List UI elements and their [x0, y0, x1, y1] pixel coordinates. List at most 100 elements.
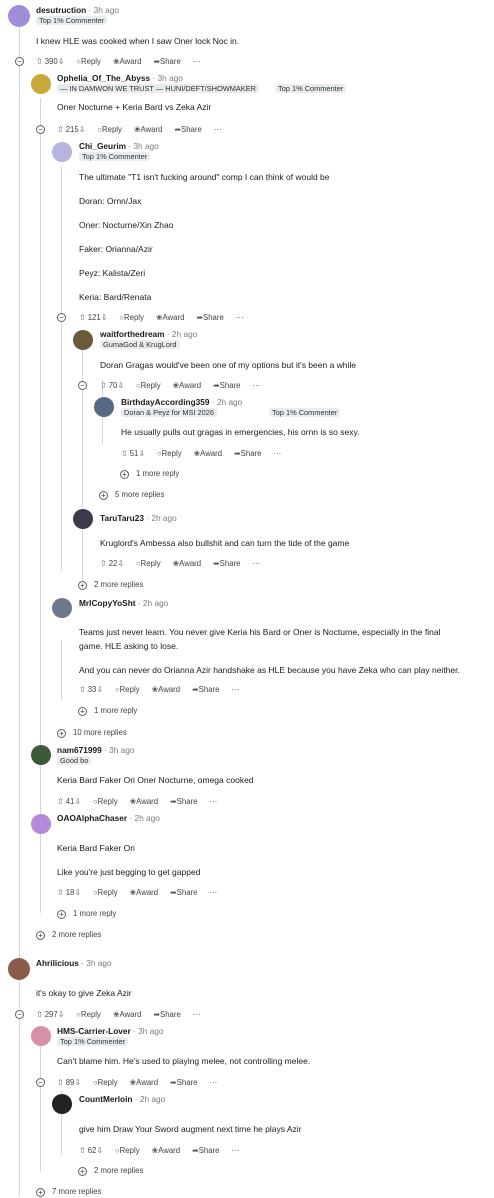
collapse-icon[interactable]: −: [36, 1078, 45, 1087]
username[interactable]: CountMerloin: [79, 1094, 132, 1104]
share-button[interactable]: ➦ Share: [213, 559, 240, 568]
share-button[interactable]: ➦ Share: [153, 57, 180, 66]
share-button[interactable]: ➦ Share: [170, 1078, 197, 1087]
reply-button[interactable]: ○ Reply: [157, 449, 182, 458]
share-button[interactable]: ➦ Share: [153, 1010, 180, 1019]
expand-icon[interactable]: +: [78, 707, 87, 716]
award-button[interactable]: ❀ Award: [173, 559, 202, 568]
more-replies-link[interactable]: 2 more replies: [94, 580, 143, 590]
expand-icon[interactable]: +: [99, 491, 108, 500]
reply-button[interactable]: ○ Reply: [76, 57, 101, 66]
more-options-button[interactable]: ···: [236, 313, 244, 322]
award-button[interactable]: ❀ Award: [113, 1010, 142, 1019]
collapse-icon[interactable]: −: [57, 313, 66, 322]
downvote-icon[interactable]: ⇩: [96, 1145, 103, 1156]
share-button[interactable]: ➦ Share: [234, 449, 261, 458]
expand-icon[interactable]: +: [120, 470, 129, 479]
reply-button[interactable]: ○ Reply: [93, 888, 118, 897]
timestamp[interactable]: 2h ago: [151, 513, 176, 523]
downvote-icon[interactable]: ⇩: [74, 796, 81, 807]
reply-button[interactable]: ○ Reply: [115, 1146, 140, 1155]
award-button[interactable]: ❀ Award: [113, 57, 142, 66]
award-button[interactable]: ❀ Award: [130, 1078, 159, 1087]
username[interactable]: Ophelia_Of_The_Abyss: [57, 73, 150, 83]
award-button[interactable]: ❀ Award: [194, 449, 223, 458]
timestamp[interactable]: 3h ago: [138, 1026, 163, 1036]
reply-button[interactable]: ○ Reply: [136, 559, 161, 568]
username[interactable]: HMS-Carrier-Lover: [57, 1026, 131, 1036]
downvote-icon[interactable]: ⇩: [138, 448, 145, 459]
expand-icon[interactable]: +: [78, 1167, 87, 1176]
share-button[interactable]: ➦ Share: [170, 797, 197, 806]
collapse-icon[interactable]: −: [15, 57, 24, 66]
username[interactable]: waitforthedream: [100, 329, 165, 339]
reply-button[interactable]: ○ Reply: [115, 685, 140, 694]
upvote-icon[interactable]: ⇧: [57, 1077, 64, 1088]
upvote-icon[interactable]: ⇧: [36, 56, 43, 67]
downvote-icon[interactable]: ⇩: [117, 380, 124, 391]
more-options-button[interactable]: ···: [193, 57, 201, 66]
more-options-button[interactable]: ···: [231, 685, 239, 694]
username[interactable]: TaruTaru23: [100, 513, 144, 523]
timestamp[interactable]: 2h ago: [140, 1094, 165, 1104]
upvote-icon[interactable]: ⇧: [57, 124, 64, 135]
username[interactable]: nam671999: [57, 745, 102, 755]
more-options-button[interactable]: ···: [193, 1010, 201, 1019]
more-replies-link[interactable]: 1 more reply: [73, 909, 116, 919]
timestamp[interactable]: 2h ago: [134, 813, 159, 823]
expand-icon[interactable]: +: [57, 910, 66, 919]
more-replies-link[interactable]: 5 more replies: [115, 490, 164, 500]
more-options-button[interactable]: ···: [252, 381, 260, 390]
downvote-icon[interactable]: ⇩: [74, 1077, 81, 1088]
reply-button[interactable]: ○ Reply: [136, 381, 161, 390]
expand-icon[interactable]: +: [36, 931, 45, 940]
more-options-button[interactable]: ···: [231, 1146, 239, 1155]
timestamp[interactable]: 3h ago: [86, 958, 111, 968]
avatar[interactable]: [94, 397, 114, 417]
timestamp[interactable]: 2h ago: [217, 397, 242, 407]
reply-button[interactable]: ○ Reply: [93, 1078, 118, 1087]
avatar[interactable]: [52, 142, 72, 162]
award-button[interactable]: ❀ Award: [156, 313, 185, 322]
reply-button[interactable]: ○ Reply: [119, 313, 144, 322]
award-button[interactable]: ❀ Award: [134, 125, 163, 134]
username[interactable]: BirthdayAccording359: [121, 397, 210, 407]
avatar[interactable]: [31, 74, 51, 94]
avatar[interactable]: [31, 814, 51, 834]
username[interactable]: desutruction: [36, 5, 86, 15]
reply-button[interactable]: ○ Reply: [93, 797, 118, 806]
upvote-icon[interactable]: ⇧: [36, 1009, 43, 1020]
downvote-icon[interactable]: ⇩: [74, 887, 81, 898]
more-options-button[interactable]: ···: [209, 1078, 217, 1087]
avatar[interactable]: [73, 330, 93, 350]
timestamp[interactable]: 3h ago: [109, 745, 134, 755]
timestamp[interactable]: 2h ago: [172, 329, 197, 339]
timestamp[interactable]: 3h ago: [94, 5, 119, 15]
upvote-icon[interactable]: ⇧: [57, 796, 64, 807]
avatar[interactable]: [52, 598, 72, 618]
avatar[interactable]: [8, 958, 30, 980]
award-button[interactable]: ❀ Award: [152, 685, 181, 694]
more-options-button[interactable]: ···: [214, 125, 222, 134]
upvote-icon[interactable]: ⇧: [121, 448, 128, 459]
more-replies-link[interactable]: 10 more replies: [73, 728, 127, 738]
downvote-icon[interactable]: ⇩: [58, 1009, 65, 1020]
upvote-icon[interactable]: ⇧: [79, 684, 86, 695]
avatar[interactable]: [8, 5, 30, 27]
expand-icon[interactable]: +: [57, 729, 66, 738]
expand-icon[interactable]: +: [78, 581, 87, 590]
collapse-icon[interactable]: −: [15, 1010, 24, 1019]
timestamp[interactable]: 3h ago: [158, 73, 183, 83]
award-button[interactable]: ❀ Award: [152, 1146, 181, 1155]
share-button[interactable]: ➦ Share: [213, 381, 240, 390]
timestamp[interactable]: 3h ago: [133, 141, 158, 151]
more-replies-link[interactable]: 1 more reply: [136, 469, 179, 479]
downvote-icon[interactable]: ⇩: [79, 124, 86, 135]
downvote-icon[interactable]: ⇩: [117, 558, 124, 569]
share-button[interactable]: ➦ Share: [192, 1146, 219, 1155]
username[interactable]: Ahrilicious: [36, 958, 79, 968]
username[interactable]: Chi_Geurim: [79, 141, 126, 151]
username[interactable]: MrICopyYoSht: [79, 598, 136, 608]
avatar[interactable]: [31, 745, 51, 765]
share-button[interactable]: ➦ Share: [192, 685, 219, 694]
